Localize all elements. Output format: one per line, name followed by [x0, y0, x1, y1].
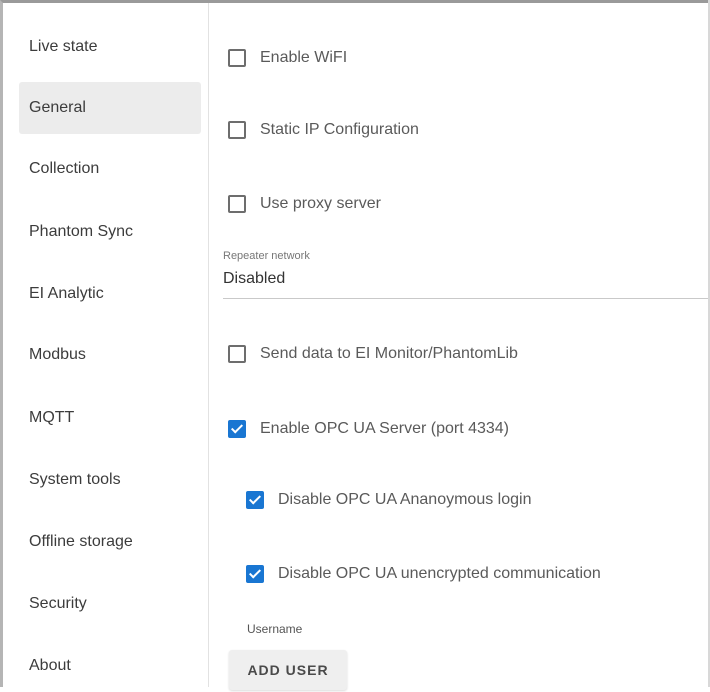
sidebar-item-system-tools[interactable]: System tools	[19, 454, 201, 506]
repeater-network-label: Repeater network	[223, 250, 310, 262]
sidebar-item-modbus[interactable]: Modbus	[19, 329, 201, 381]
sidebar-item-security[interactable]: Security	[19, 578, 201, 630]
disable-opc-unencrypted-checkbox[interactable]: Disable OPC UA unencrypted communication	[246, 565, 601, 583]
checkbox-unchecked-icon	[228, 121, 246, 139]
general-settings-panel: Enable WiFI Static IP Configuration Use …	[209, 3, 708, 690]
repeater-network-select[interactable]: Repeater network Disabled	[223, 246, 708, 299]
disable-opc-unencrypted-label: Disable OPC UA unencrypted communication	[278, 565, 601, 582]
disable-opc-anonymous-checkbox[interactable]: Disable OPC UA Ananoymous login	[246, 491, 531, 509]
sidebar: Live state General Collection Phantom Sy…	[3, 3, 209, 687]
sidebar-item-ei-analytic[interactable]: EI Analytic	[19, 268, 201, 320]
checkbox-unchecked-icon	[228, 49, 246, 67]
checkbox-checked-icon	[246, 491, 264, 509]
enable-opc-ua-server-label: Enable OPC UA Server (port 4334)	[260, 420, 510, 437]
enable-wifi-checkbox[interactable]: Enable WiFI	[228, 49, 347, 67]
repeater-network-value: Disabled	[223, 270, 286, 287]
sidebar-item-collection[interactable]: Collection	[19, 143, 201, 195]
checkbox-unchecked-icon	[228, 195, 246, 213]
checkbox-checked-icon	[246, 565, 264, 583]
static-ip-label: Static IP Configuration	[260, 121, 419, 138]
enable-opc-ua-server-checkbox[interactable]: Enable OPC UA Server (port 4334)	[228, 420, 509, 438]
checkbox-checked-icon	[228, 420, 246, 438]
sidebar-item-mqtt[interactable]: MQTT	[19, 392, 201, 444]
username-column-header: Username	[247, 622, 303, 636]
sidebar-item-about[interactable]: About	[19, 640, 201, 692]
sidebar-item-offline-storage[interactable]: Offline storage	[19, 516, 201, 568]
sidebar-item-live-state[interactable]: Live state	[19, 21, 201, 73]
send-data-checkbox[interactable]: Send data to EI Monitor/PhantomLib	[228, 345, 518, 363]
use-proxy-checkbox[interactable]: Use proxy server	[228, 195, 381, 213]
use-proxy-label: Use proxy server	[260, 195, 381, 212]
enable-wifi-label: Enable WiFI	[260, 49, 348, 66]
send-data-label: Send data to EI Monitor/PhantomLib	[260, 345, 518, 362]
static-ip-checkbox[interactable]: Static IP Configuration	[228, 121, 419, 139]
add-user-button[interactable]: ADD USER	[229, 650, 347, 690]
disable-opc-anonymous-label: Disable OPC UA Ananoymous login	[278, 491, 532, 508]
checkbox-unchecked-icon	[228, 345, 246, 363]
sidebar-item-phantom-sync[interactable]: Phantom Sync	[19, 206, 201, 258]
sidebar-item-general[interactable]: General	[19, 82, 201, 134]
